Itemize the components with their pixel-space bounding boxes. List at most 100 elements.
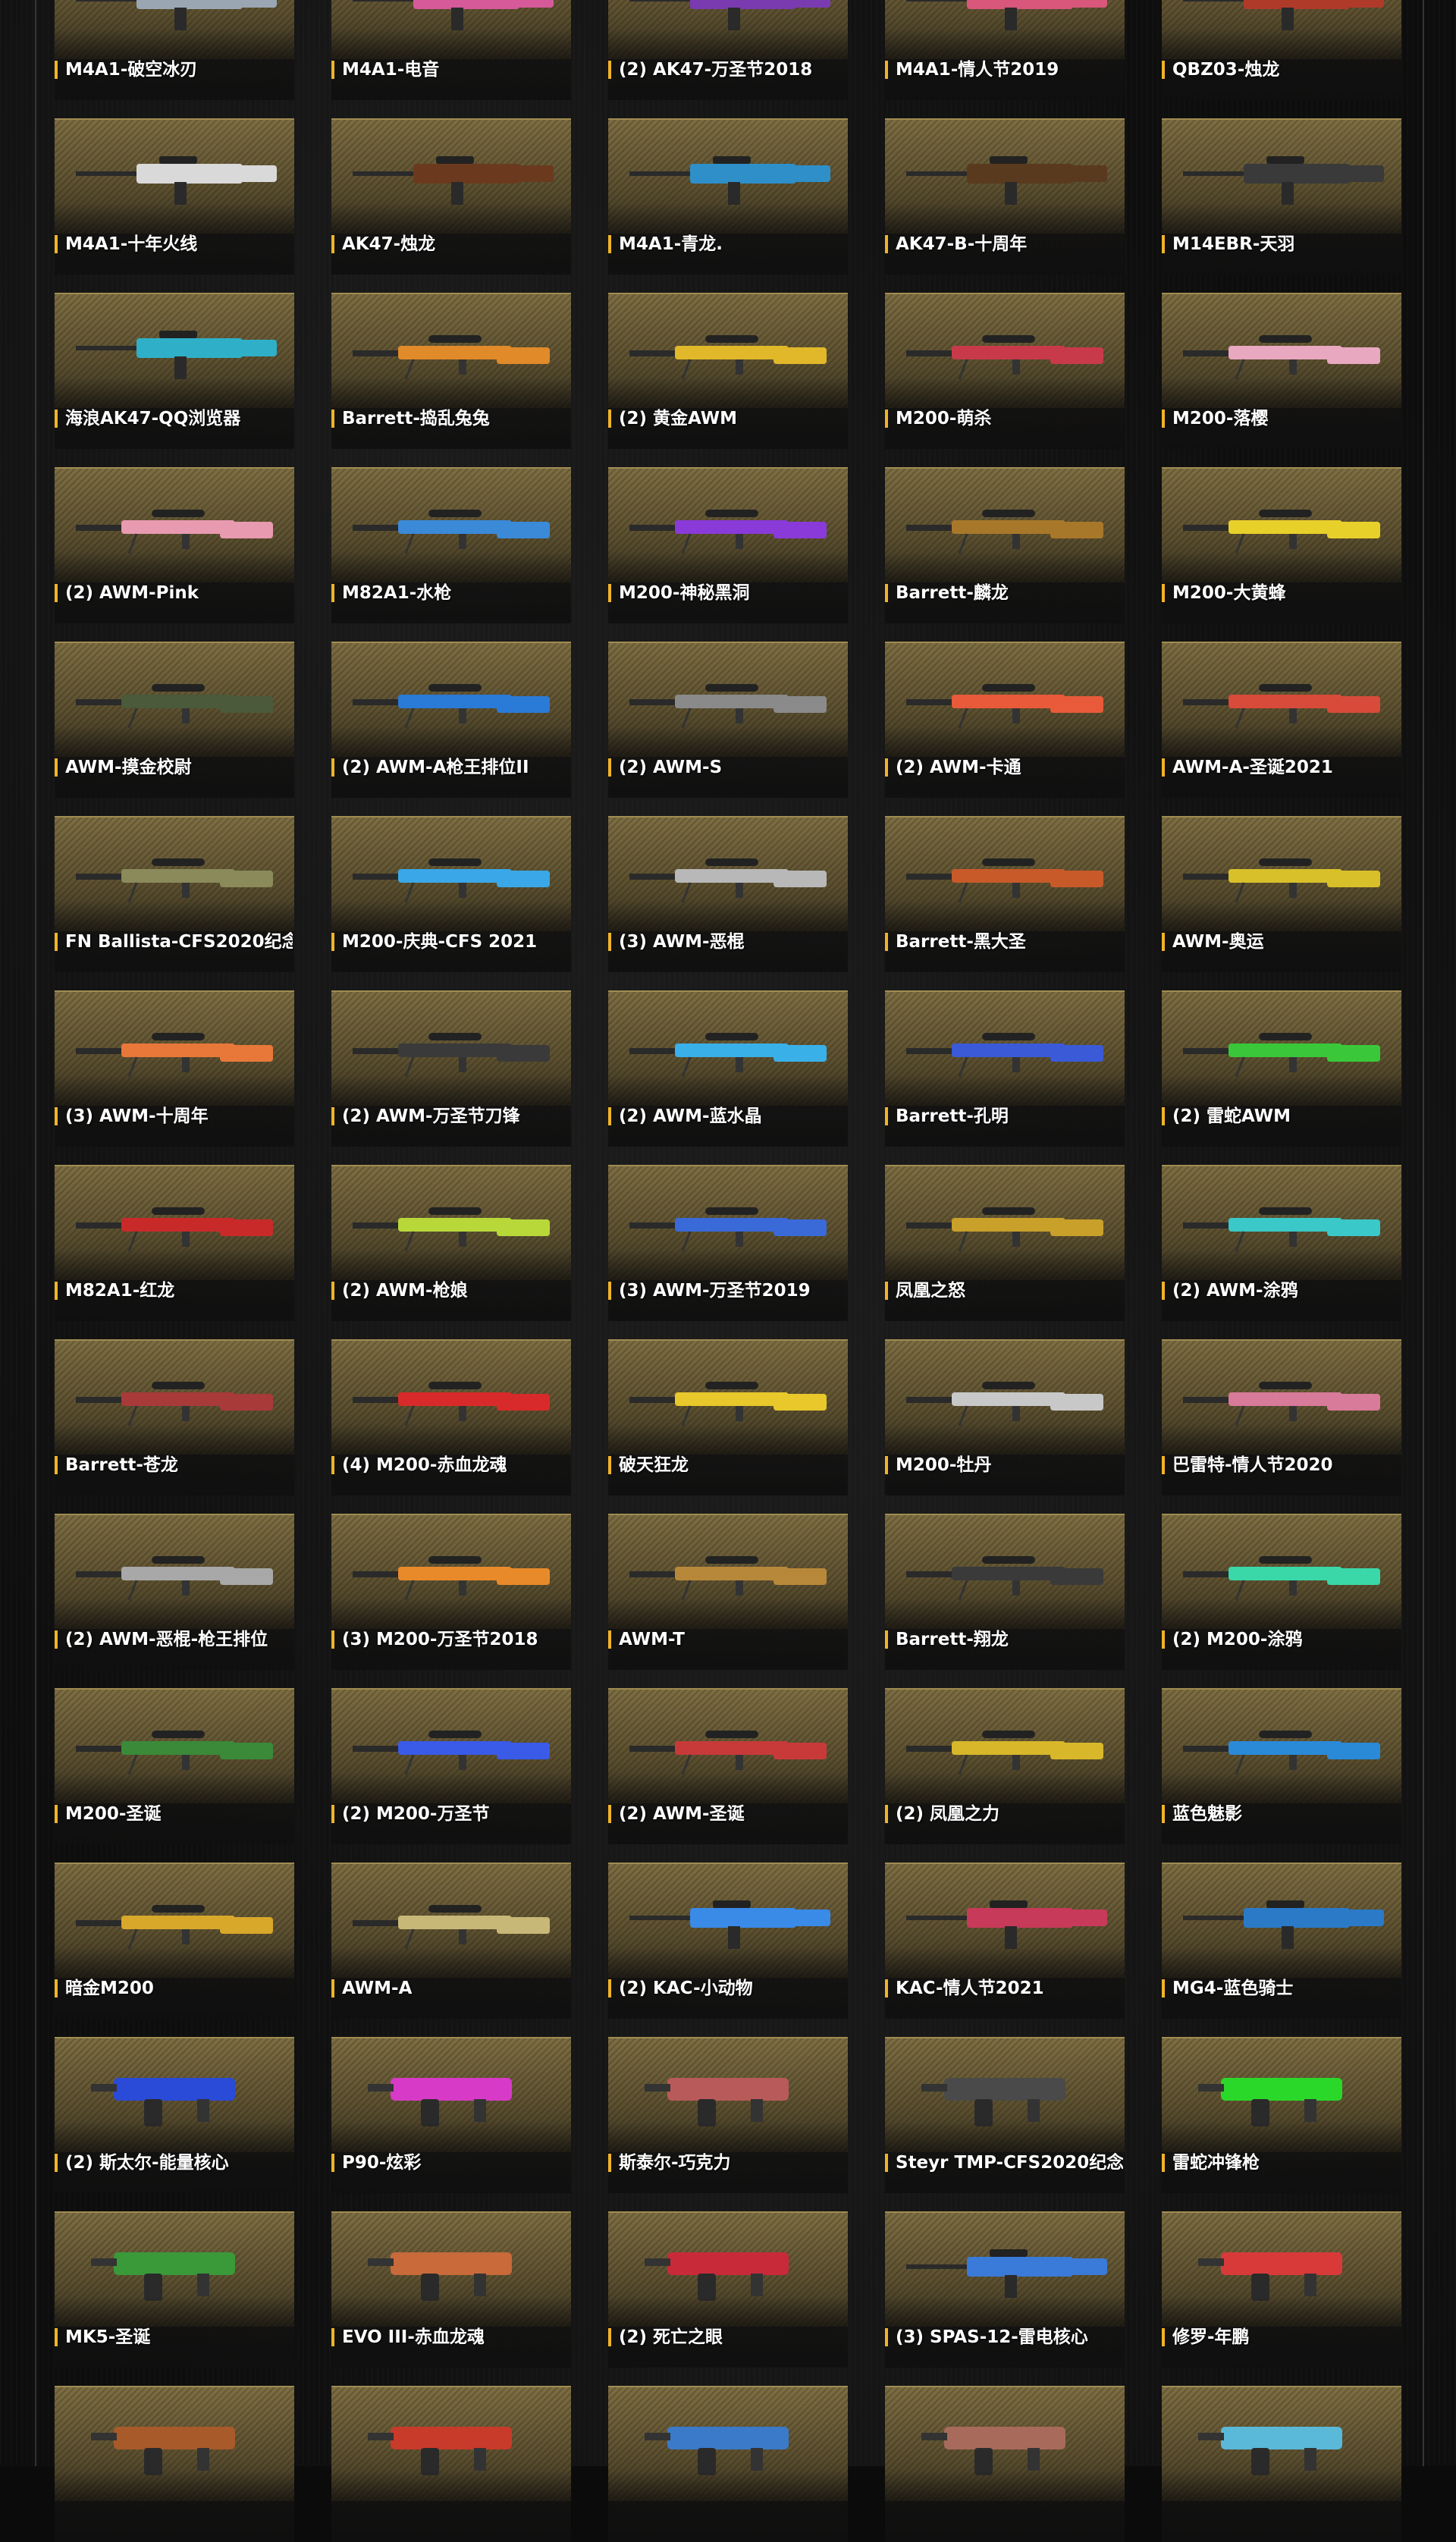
- weapon-thumbnail[interactable]: [55, 1514, 294, 1629]
- weapon-thumbnail[interactable]: [1162, 990, 1401, 1106]
- weapon-thumbnail[interactable]: [55, 642, 294, 757]
- weapon-thumbnail[interactable]: [885, 2386, 1125, 2501]
- weapon-card[interactable]: 破天狂龙: [608, 1339, 848, 1495]
- weapon-card[interactable]: (3) AWM-万圣节2019: [608, 1165, 848, 1321]
- weapon-card[interactable]: 凤凰之怒: [885, 1165, 1125, 1321]
- weapon-card[interactable]: (3) AWM-十周年: [55, 990, 294, 1147]
- weapon-card[interactable]: EVO III-赤血龙魂: [331, 2211, 571, 2368]
- weapon-card[interactable]: M200-萌杀: [885, 293, 1125, 449]
- weapon-thumbnail[interactable]: [331, 1688, 571, 1803]
- weapon-card[interactable]: Barrett-麟龙: [885, 467, 1125, 623]
- weapon-card[interactable]: M4A1-青龙.: [608, 118, 848, 275]
- weapon-thumbnail[interactable]: [331, 293, 571, 408]
- weapon-thumbnail[interactable]: [55, 990, 294, 1106]
- weapon-thumbnail[interactable]: [55, 118, 294, 234]
- weapon-thumbnail[interactable]: [885, 990, 1125, 1106]
- weapon-card[interactable]: [55, 2386, 294, 2542]
- weapon-thumbnail[interactable]: [331, 2211, 571, 2327]
- weapon-card[interactable]: KAC-情人节2021: [885, 1863, 1125, 2019]
- weapon-thumbnail[interactable]: [885, 816, 1125, 931]
- weapon-card[interactable]: [885, 2386, 1125, 2542]
- weapon-thumbnail[interactable]: [331, 990, 571, 1106]
- weapon-card[interactable]: M200-圣诞: [55, 1688, 294, 1844]
- weapon-thumbnail[interactable]: [55, 2211, 294, 2327]
- weapon-card[interactable]: AWM-A: [331, 1863, 571, 2019]
- weapon-thumbnail[interactable]: [885, 2037, 1125, 2152]
- weapon-card[interactable]: (2) 雷蛇AWM: [1162, 990, 1401, 1147]
- weapon-thumbnail[interactable]: [1162, 642, 1401, 757]
- weapon-card[interactable]: Steyr TMP-CFS2020纪念版: [885, 2037, 1125, 2193]
- weapon-thumbnail[interactable]: [331, 467, 571, 582]
- weapon-thumbnail[interactable]: [55, 2037, 294, 2152]
- weapon-thumbnail[interactable]: [608, 1339, 848, 1455]
- weapon-card[interactable]: M200-庆典-CFS 2021: [331, 816, 571, 972]
- weapon-thumbnail[interactable]: [55, 1863, 294, 1978]
- weapon-thumbnail[interactable]: [608, 816, 848, 931]
- weapon-card[interactable]: (2) AWM-Pink: [55, 467, 294, 623]
- weapon-thumbnail[interactable]: [331, 2386, 571, 2501]
- weapon-thumbnail[interactable]: [885, 467, 1125, 582]
- weapon-thumbnail[interactable]: [1162, 1339, 1401, 1455]
- weapon-thumbnail[interactable]: [331, 642, 571, 757]
- weapon-card[interactable]: (4) M200-赤血龙魂: [331, 1339, 571, 1495]
- weapon-thumbnail[interactable]: [55, 0, 294, 59]
- weapon-card[interactable]: AWM-摸金校尉: [55, 642, 294, 798]
- weapon-thumbnail[interactable]: [608, 1165, 848, 1280]
- weapon-thumbnail[interactable]: [1162, 118, 1401, 234]
- weapon-thumbnail[interactable]: [608, 2386, 848, 2501]
- weapon-thumbnail[interactable]: [331, 1339, 571, 1455]
- weapon-card[interactable]: [1162, 2386, 1401, 2542]
- weapon-card[interactable]: [331, 2386, 571, 2542]
- weapon-card[interactable]: 雷蛇冲锋枪: [1162, 2037, 1401, 2193]
- weapon-card[interactable]: AWM-奥运: [1162, 816, 1401, 972]
- weapon-card[interactable]: M82A1-红龙: [55, 1165, 294, 1321]
- weapon-card[interactable]: P90-炫彩: [331, 2037, 571, 2193]
- weapon-card[interactable]: (2) AWM-S: [608, 642, 848, 798]
- weapon-card[interactable]: (2) AWM-圣诞: [608, 1688, 848, 1844]
- weapon-thumbnail[interactable]: [1162, 1165, 1401, 1280]
- weapon-thumbnail[interactable]: [885, 0, 1125, 59]
- weapon-thumbnail[interactable]: [1162, 2386, 1401, 2501]
- weapon-card[interactable]: M4A1-十年火线: [55, 118, 294, 275]
- weapon-card[interactable]: (2) KAC-小动物: [608, 1863, 848, 2019]
- weapon-thumbnail[interactable]: [1162, 2037, 1401, 2152]
- weapon-card[interactable]: (2) AWM-恶棍-枪王排位: [55, 1514, 294, 1670]
- weapon-card[interactable]: (2) AWM-枪娘: [331, 1165, 571, 1321]
- weapon-card[interactable]: Barrett-黑大圣: [885, 816, 1125, 972]
- weapon-card[interactable]: M14EBR-天羽: [1162, 118, 1401, 275]
- weapon-thumbnail[interactable]: [885, 642, 1125, 757]
- weapon-card[interactable]: (2) AWM-A枪王排位II: [331, 642, 571, 798]
- weapon-thumbnail[interactable]: [608, 2037, 848, 2152]
- weapon-thumbnail[interactable]: [331, 816, 571, 931]
- weapon-thumbnail[interactable]: [885, 1165, 1125, 1280]
- weapon-thumbnail[interactable]: [608, 1688, 848, 1803]
- weapon-card[interactable]: (2) M200-万圣节: [331, 1688, 571, 1844]
- weapon-thumbnail[interactable]: [1162, 1514, 1401, 1629]
- weapon-card[interactable]: (2) 黄金AWM: [608, 293, 848, 449]
- weapon-thumbnail[interactable]: [608, 1863, 848, 1978]
- weapon-card[interactable]: (2) AWM-卡通: [885, 642, 1125, 798]
- weapon-card[interactable]: M82A1-水枪: [331, 467, 571, 623]
- weapon-thumbnail[interactable]: [331, 0, 571, 59]
- weapon-thumbnail[interactable]: [885, 1339, 1125, 1455]
- weapon-thumbnail[interactable]: [608, 990, 848, 1106]
- weapon-card[interactable]: QBZ03-烛龙: [1162, 0, 1401, 100]
- weapon-card[interactable]: MG4-蓝色骑士: [1162, 1863, 1401, 2019]
- weapon-card[interactable]: M4A1-情人节2019: [885, 0, 1125, 100]
- weapon-card[interactable]: Barrett-苍龙: [55, 1339, 294, 1495]
- weapon-card[interactable]: (3) SPAS-12-雷电核心: [885, 2211, 1125, 2368]
- weapon-card[interactable]: AK47-烛龙: [331, 118, 571, 275]
- weapon-card[interactable]: 斯泰尔-巧克力: [608, 2037, 848, 2193]
- weapon-thumbnail[interactable]: [608, 0, 848, 59]
- weapon-card[interactable]: (2) AWM-涂鸦: [1162, 1165, 1401, 1321]
- weapon-card[interactable]: 蓝色魅影: [1162, 1688, 1401, 1844]
- weapon-thumbnail[interactable]: [55, 1339, 294, 1455]
- weapon-card[interactable]: AK47-B-十周年: [885, 118, 1125, 275]
- weapon-card[interactable]: 巴雷特-情人节2020: [1162, 1339, 1401, 1495]
- weapon-thumbnail[interactable]: [608, 2211, 848, 2327]
- weapon-card[interactable]: (2) AWM-蓝水晶: [608, 990, 848, 1147]
- weapon-card[interactable]: Barrett-翔龙: [885, 1514, 1125, 1670]
- weapon-thumbnail[interactable]: [331, 2037, 571, 2152]
- weapon-thumbnail[interactable]: [608, 467, 848, 582]
- weapon-card[interactable]: (2) 凤凰之力: [885, 1688, 1125, 1844]
